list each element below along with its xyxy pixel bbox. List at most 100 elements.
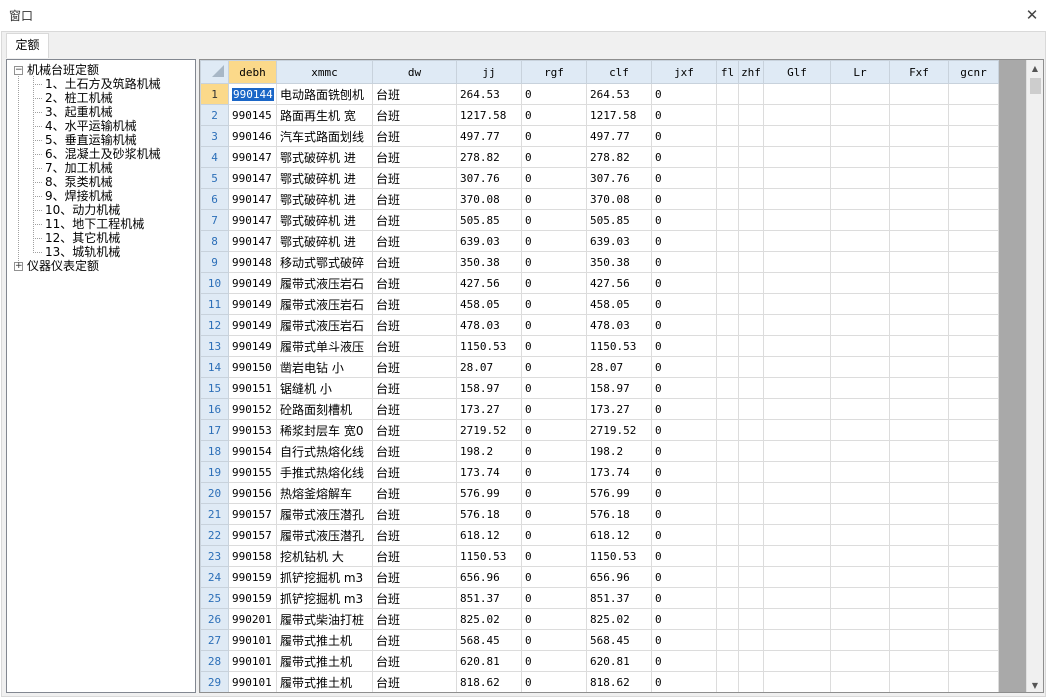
table-row[interactable]: 5 990147 鄂式破碎机 进台班 307.76 0 307.76 0 bbox=[200, 167, 999, 189]
cell-gcnr[interactable] bbox=[948, 83, 999, 105]
cell-gcnr[interactable] bbox=[948, 545, 999, 567]
cell-xmmc[interactable]: 路面再生机 宽 bbox=[276, 104, 373, 126]
cell-jxf[interactable]: 0 bbox=[651, 167, 717, 189]
cell-zhf[interactable] bbox=[738, 503, 764, 525]
cell-rgf[interactable]: 0 bbox=[521, 440, 587, 462]
cell-zhf[interactable] bbox=[738, 419, 764, 441]
cell-jxf[interactable]: 0 bbox=[651, 104, 717, 126]
row-number[interactable]: 2 bbox=[200, 104, 229, 126]
cell-jj[interactable]: 618.12 bbox=[456, 524, 522, 546]
cell-zhf[interactable] bbox=[738, 335, 764, 357]
tree-expander-open-icon[interactable]: − bbox=[14, 66, 23, 75]
grid-corner[interactable] bbox=[200, 60, 229, 84]
cell-fxf[interactable] bbox=[889, 272, 949, 294]
cell-clf[interactable]: 173.74 bbox=[586, 461, 652, 483]
row-number[interactable]: 28 bbox=[200, 650, 229, 672]
column-header-debh[interactable]: debh bbox=[228, 60, 277, 84]
cell-dw[interactable]: 台班 bbox=[372, 440, 457, 462]
row-number[interactable]: 24 bbox=[200, 566, 229, 588]
table-row[interactable]: 12 990149 履带式液压岩石 台班 478.03 0 478.03 0 bbox=[200, 314, 999, 336]
cell-zhf[interactable] bbox=[738, 293, 764, 315]
table-row[interactable]: 27 990101 履带式推土机 台班 568.45 0 568.45 0 bbox=[200, 629, 999, 651]
cell-fl[interactable] bbox=[716, 146, 739, 168]
cell-glf[interactable] bbox=[763, 524, 831, 546]
row-number[interactable]: 8 bbox=[200, 230, 229, 252]
cell-fxf[interactable] bbox=[889, 125, 949, 147]
row-number[interactable]: 6 bbox=[200, 188, 229, 210]
cell-xmmc[interactable]: 履带式液压潜孔 bbox=[276, 503, 373, 525]
cell-rgf[interactable]: 0 bbox=[521, 650, 587, 672]
cell-debh[interactable]: 990201 bbox=[228, 608, 277, 630]
cell-zhf[interactable] bbox=[738, 608, 764, 630]
cell-fl[interactable] bbox=[716, 209, 739, 231]
row-number[interactable]: 11 bbox=[200, 293, 229, 315]
row-number[interactable]: 20 bbox=[200, 482, 229, 504]
cell-debh[interactable]: 990149 bbox=[228, 272, 277, 294]
cell-glf[interactable] bbox=[763, 146, 831, 168]
cell-jxf[interactable]: 0 bbox=[651, 209, 717, 231]
cell-gcnr[interactable] bbox=[948, 167, 999, 189]
cell-lr[interactable] bbox=[830, 587, 890, 609]
cell-zhf[interactable] bbox=[738, 629, 764, 651]
cell-jj[interactable]: 656.96 bbox=[456, 566, 522, 588]
cell-rgf[interactable]: 0 bbox=[521, 230, 587, 252]
cell-fl[interactable] bbox=[716, 188, 739, 210]
cell-dw[interactable]: 台班 bbox=[372, 272, 457, 294]
cell-zhf[interactable] bbox=[738, 524, 764, 546]
cell-gcnr[interactable] bbox=[948, 293, 999, 315]
cell-debh[interactable]: 990149 bbox=[228, 335, 277, 357]
cell-glf[interactable] bbox=[763, 587, 831, 609]
row-number[interactable]: 17 bbox=[200, 419, 229, 441]
table-row[interactable]: 6 990147 鄂式破碎机 进台班 370.08 0 370.08 0 bbox=[200, 188, 999, 210]
cell-fxf[interactable] bbox=[889, 356, 949, 378]
cell-jxf[interactable]: 0 bbox=[651, 398, 717, 420]
cell-rgf[interactable]: 0 bbox=[521, 146, 587, 168]
cell-rgf[interactable]: 0 bbox=[521, 629, 587, 651]
cell-fxf[interactable] bbox=[889, 461, 949, 483]
cell-gcnr[interactable] bbox=[948, 482, 999, 504]
cell-fl[interactable] bbox=[716, 524, 739, 546]
cell-clf[interactable]: 639.03 bbox=[586, 230, 652, 252]
tree-item-category[interactable]: 10、动力机械 bbox=[45, 203, 120, 217]
cell-jj[interactable]: 264.53 bbox=[456, 83, 522, 105]
cell-jxf[interactable]: 0 bbox=[651, 440, 717, 462]
cell-jxf[interactable]: 0 bbox=[651, 608, 717, 630]
table-row[interactable]: 4 990147 鄂式破碎机 进台班 278.82 0 278.82 0 bbox=[200, 146, 999, 168]
cell-debh[interactable]: 990152 bbox=[228, 398, 277, 420]
column-header-zhf[interactable]: zhf bbox=[738, 60, 764, 84]
cell-gcnr[interactable] bbox=[948, 566, 999, 588]
cell-gcnr[interactable] bbox=[948, 104, 999, 126]
cell-clf[interactable]: 458.05 bbox=[586, 293, 652, 315]
cell-glf[interactable] bbox=[763, 461, 831, 483]
row-number[interactable]: 29 bbox=[200, 671, 229, 692]
table-row[interactable]: 25 990159 抓铲挖掘机 m3 台班 851.37 0 851.37 0 bbox=[200, 587, 999, 609]
cell-zhf[interactable] bbox=[738, 377, 764, 399]
cell-zhf[interactable] bbox=[738, 356, 764, 378]
cell-jxf[interactable]: 0 bbox=[651, 650, 717, 672]
cell-zhf[interactable] bbox=[738, 125, 764, 147]
cell-jj[interactable]: 198.2 bbox=[456, 440, 522, 462]
cell-lr[interactable] bbox=[830, 125, 890, 147]
cell-clf[interactable]: 198.2 bbox=[586, 440, 652, 462]
cell-fl[interactable] bbox=[716, 377, 739, 399]
cell-dw[interactable]: 台班 bbox=[372, 671, 457, 692]
cell-debh[interactable]: 990158 bbox=[228, 545, 277, 567]
cell-glf[interactable] bbox=[763, 293, 831, 315]
cell-fl[interactable] bbox=[716, 230, 739, 252]
cell-rgf[interactable]: 0 bbox=[521, 671, 587, 692]
cell-clf[interactable]: 370.08 bbox=[586, 188, 652, 210]
cell-debh[interactable]: 990101 bbox=[228, 671, 277, 692]
cell-debh[interactable]: 990156 bbox=[228, 482, 277, 504]
cell-dw[interactable]: 台班 bbox=[372, 83, 457, 105]
cell-fxf[interactable] bbox=[889, 503, 949, 525]
column-header-xmmc[interactable]: xmmc bbox=[276, 60, 373, 84]
table-row[interactable]: 18 990154 自行式热熔化线 台班 198.2 0 198.2 0 bbox=[200, 440, 999, 462]
cell-fxf[interactable] bbox=[889, 83, 949, 105]
cell-rgf[interactable]: 0 bbox=[521, 482, 587, 504]
scroll-up-icon[interactable]: ▲ bbox=[1027, 60, 1043, 77]
cell-glf[interactable] bbox=[763, 314, 831, 336]
cell-jj[interactable]: 307.76 bbox=[456, 167, 522, 189]
cell-gcnr[interactable] bbox=[948, 503, 999, 525]
cell-fxf[interactable] bbox=[889, 314, 949, 336]
cell-xmmc[interactable]: 履带式单斗液压 bbox=[276, 335, 373, 357]
